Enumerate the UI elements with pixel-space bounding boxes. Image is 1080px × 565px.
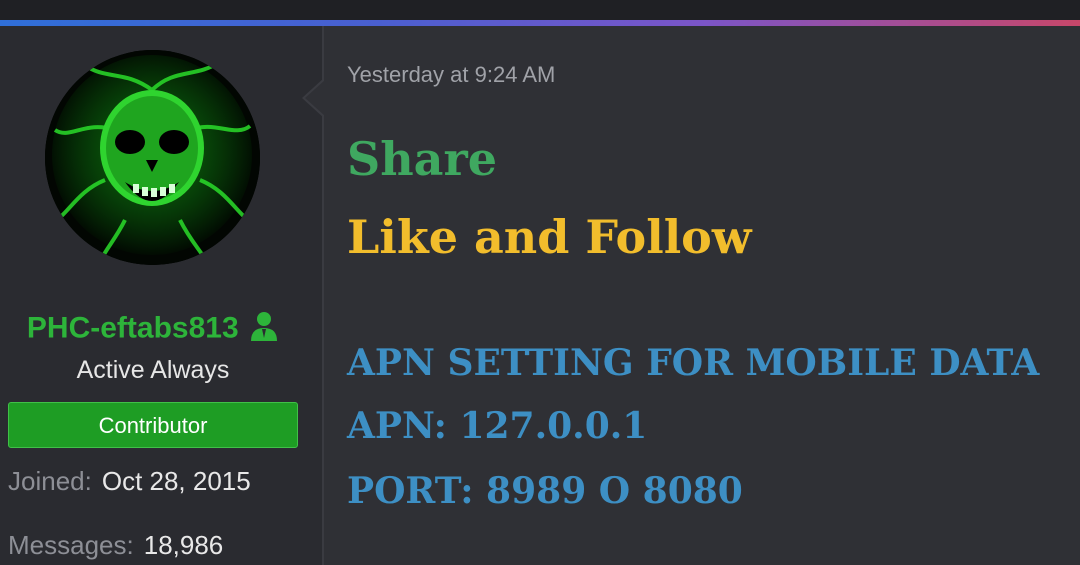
username-link[interactable]: PHC-eftabs813 [27, 312, 239, 345]
green-skull-avatar-icon [45, 50, 260, 265]
contributor-badge: Contributor [8, 402, 298, 448]
apn-heading: APN SETTING FOR MOBILE DATA [347, 342, 1040, 384]
like-follow-text: Like and Follow [347, 210, 752, 264]
messages-label: Messages: [8, 530, 134, 560]
apn-value: APN: 127.0.0.1 [347, 405, 648, 447]
avatar[interactable] [45, 50, 260, 265]
joined-value: Oct 28, 2015 [101, 466, 251, 496]
messages-value: 18,986 [143, 530, 224, 560]
post-arrow-inner [305, 80, 325, 116]
user-title: Active Always [76, 356, 230, 384]
username-row: PHC-eftabs813 [0, 310, 306, 347]
joined-row: Joined: Oct 28, 2015 [8, 466, 251, 497]
joined-label: Joined: [8, 466, 92, 496]
post-timestamp[interactable]: Yesterday at 9:24 AM [347, 62, 555, 88]
share-text: Share [347, 132, 497, 186]
staff-user-icon [249, 310, 279, 347]
port-value: PORT: 8989 O 8080 [347, 470, 743, 512]
top-bar [0, 0, 1080, 20]
messages-row: Messages: 18,986 [8, 530, 223, 561]
